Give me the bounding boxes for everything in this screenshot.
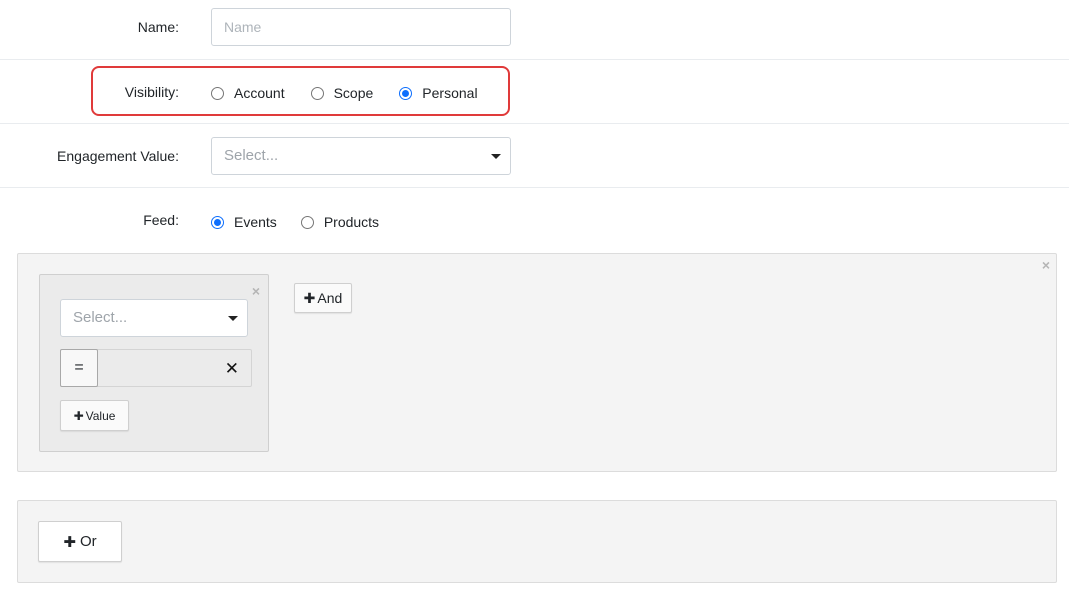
- plus-icon: ✚: [73, 408, 84, 423]
- feed-label: Feed:: [143, 212, 179, 228]
- plus-icon: ✚: [303, 289, 316, 306]
- condition-value-row: = ✕: [60, 349, 252, 387]
- feed-option-events[interactable]: Events: [211, 214, 277, 230]
- clear-value-icon[interactable]: ✕: [225, 359, 239, 379]
- operator-button[interactable]: =: [60, 349, 98, 387]
- name-row: Name:: [0, 0, 1069, 60]
- radio-unchecked-icon[interactable]: [300, 215, 314, 229]
- name-label: Name:: [137, 19, 179, 35]
- radio-checked-icon[interactable]: [211, 215, 224, 229]
- feed-option-products[interactable]: Products: [300, 214, 380, 230]
- engagement-select-placeholder: Select...: [224, 147, 279, 164]
- name-input[interactable]: [211, 8, 511, 46]
- engagement-row: Engagement Value: Select...: [0, 124, 1069, 188]
- condition-card: × Select... = ✕ ✚ Value: [39, 274, 269, 452]
- plus-icon: ✚: [63, 533, 76, 551]
- add-or-button[interactable]: ✚ Or: [38, 521, 122, 562]
- condition-field-placeholder: Select...: [73, 309, 128, 326]
- close-icon[interactable]: ×: [1042, 258, 1050, 272]
- feed-option-label: Products: [323, 214, 380, 230]
- feed-radio-group: Events Products: [211, 214, 403, 230]
- chevron-down-icon: [491, 154, 501, 159]
- add-and-label: And: [317, 290, 343, 306]
- or-group-panel: ✚ Or: [17, 500, 1057, 583]
- chevron-down-icon: [228, 316, 238, 321]
- condition-field-select[interactable]: Select...: [60, 299, 248, 337]
- visibility-highlight-box: [91, 66, 510, 116]
- rule-group-panel: × × Select... = ✕ ✚ Value ✚ And: [17, 253, 1057, 472]
- engagement-select[interactable]: Select...: [211, 137, 511, 175]
- add-value-button[interactable]: ✚ Value: [60, 400, 129, 431]
- add-value-label: Value: [85, 408, 116, 423]
- add-and-button[interactable]: ✚ And: [294, 283, 352, 313]
- engagement-label: Engagement Value:: [57, 148, 179, 164]
- feed-option-label: Events: [234, 214, 277, 230]
- close-icon[interactable]: ×: [252, 284, 260, 298]
- rule-editor-form: Name: Visibility: Account Scope Personal…: [0, 0, 1069, 595]
- feed-row: Feed: Events Products: [0, 188, 1069, 252]
- add-or-label: Or: [79, 533, 97, 550]
